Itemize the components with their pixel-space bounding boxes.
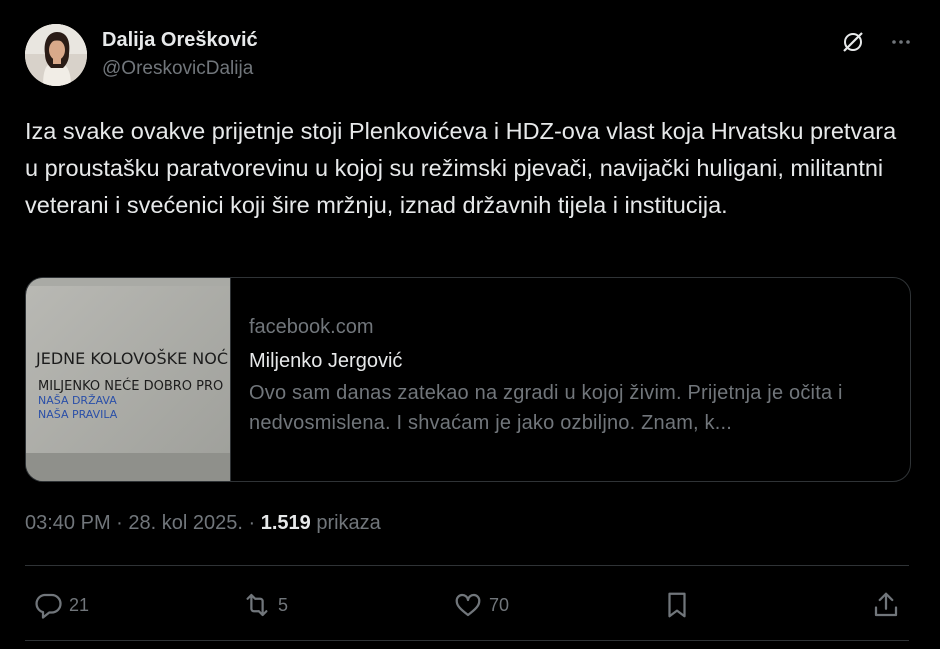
tweet-header: Dalija Orešković @OreskovicDalija — [25, 24, 915, 86]
bookmark-button[interactable] — [662, 583, 692, 627]
handle[interactable]: @OreskovicDalija — [102, 56, 258, 82]
reply-icon — [35, 593, 62, 619]
meta-separator: · — [110, 512, 129, 534]
graffiti-line-1: JEDNE KOLOVOŠKE NOĆ — [35, 349, 228, 368]
action-bar: 21 5 70 — [25, 583, 909, 627]
tweet-date[interactable]: 28. kol 2025. — [128, 512, 243, 534]
card-body: facebook.com Miljenko Jergović Ovo sam d… — [249, 314, 889, 438]
share-button[interactable] — [871, 583, 901, 627]
reply-button[interactable]: 21 — [33, 583, 89, 627]
like-icon — [455, 593, 481, 617]
meta-separator: · — [242, 512, 261, 534]
tweet-time[interactable]: 03:40 PM — [25, 512, 111, 534]
graffiti-image: JEDNE KOLOVOŠKE NOĆ MILJENKO NEĆE DOBRO … — [26, 278, 230, 481]
divider-bottom — [25, 640, 909, 641]
graffiti-line-3: NAŠA DRŽAVA — [38, 394, 117, 407]
views-label: prikaza — [316, 512, 381, 534]
card-title: Miljenko Jergović — [249, 350, 403, 372]
tweet-meta: 03:40 PM · 28. kol 2025. · 1.519 prikaza — [25, 510, 381, 536]
more-button[interactable] — [887, 28, 915, 56]
bookmark-icon — [668, 592, 686, 618]
reply-count: 21 — [69, 594, 90, 615]
link-card[interactable]: JEDNE KOLOVOŠKE NOĆ MILJENKO NEĆE DOBRO … — [25, 277, 911, 482]
graffiti-line-4: NAŠA PRAVILA — [38, 408, 118, 421]
author-info: Dalija Orešković @OreskovicDalija — [102, 27, 258, 82]
share-icon — [874, 592, 898, 617]
card-image: JEDNE KOLOVOŠKE NOĆ MILJENKO NEĆE DOBRO … — [26, 278, 231, 481]
repost-icon — [246, 593, 268, 617]
tweet-text: Iza svake ovakve prijetnje stoji Plenkov… — [25, 118, 903, 218]
avatar[interactable] — [25, 24, 87, 86]
like-count: 70 — [489, 594, 510, 615]
grok-icon — [843, 32, 863, 52]
card-description: Ovo sam danas zatekao na zgradi u kojoj … — [249, 382, 843, 434]
views-count: 1.519 — [260, 512, 311, 534]
tweet: Dalija Orešković @OreskovicDalija Iza sv… — [0, 0, 940, 649]
like-button[interactable]: 70 — [453, 583, 509, 627]
divider-top — [25, 565, 909, 566]
grok-button[interactable] — [839, 28, 867, 56]
avatar-image — [25, 24, 87, 86]
display-name[interactable]: Dalija Orešković — [102, 27, 258, 53]
repost-count: 5 — [278, 594, 289, 615]
more-icon — [892, 40, 910, 44]
graffiti-line-2: MILJENKO NEĆE DOBRO PRO — [38, 378, 223, 394]
card-domain: facebook.com — [249, 316, 374, 338]
repost-button[interactable]: 5 — [242, 583, 288, 627]
